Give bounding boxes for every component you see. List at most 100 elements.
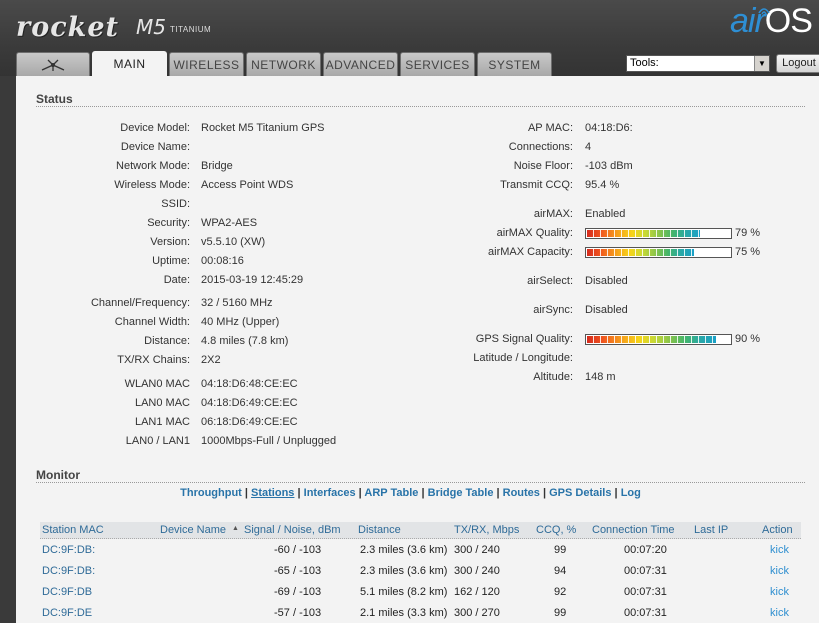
cell-ccq: 99 — [554, 607, 567, 619]
uptime-label: Uptime: — [152, 255, 190, 267]
channel-width-label: Channel Width: — [114, 316, 190, 328]
column-header-ccq[interactable]: CCQ, % — [536, 524, 576, 536]
monitor-link-routes[interactable]: Routes — [503, 487, 540, 499]
tools-dropdown[interactable]: Tools: ▼ — [626, 55, 770, 72]
tab-services[interactable]: SERVICES — [400, 52, 475, 76]
column-header-connection-time[interactable]: Connection Time — [592, 524, 675, 536]
monitor-link-arp-table[interactable]: ARP Table — [364, 487, 418, 499]
dropdown-arrow-icon: ▼ — [754, 56, 769, 71]
cell-signal-noise-dbm: -65 / -103 — [274, 565, 322, 577]
tab-advanced[interactable]: ADVANCED — [323, 52, 398, 76]
airmax-capacity-meter — [585, 247, 732, 258]
column-header-device-name[interactable]: Device Name — [160, 524, 226, 536]
tab-system[interactable]: SYSTEM — [477, 52, 552, 76]
column-header-action[interactable]: Action — [762, 524, 793, 536]
date-value: 2015-03-19 12:45:29 — [201, 274, 304, 286]
monitor-divider — [36, 482, 805, 483]
airmax-quality-label: airMAX Quality: — [496, 227, 573, 239]
airsync-value: Disabled — [585, 304, 628, 316]
titanium-label: TITANIUM — [170, 25, 212, 34]
cell-distance: 5.1 miles (8.2 km) — [360, 586, 448, 598]
tab-wireless[interactable]: WIRELESS — [169, 52, 244, 76]
device-name-label: Device Name: — [120, 141, 190, 153]
wlan0-mac-value: 04:18:D6:48:CE:EC — [201, 378, 298, 390]
network-mode-label: Network Mode: — [116, 160, 190, 172]
version-value: v5.5.10 (XW) — [201, 236, 266, 248]
cell-tx-rx-mbps: 300 / 240 — [454, 565, 500, 577]
altitude-value: 148 m — [585, 371, 616, 383]
status-section-title: Status — [36, 92, 73, 106]
station-table-header: Station MAC Device Name ▲ Signal / Noise, d… — [40, 522, 801, 539]
station-mac-link[interactable]: DC:9F:DE — [42, 607, 92, 619]
device-model-value: Rocket M5 Titanium GPS — [201, 122, 325, 134]
airmax-capacity-value: 75 % — [735, 246, 761, 258]
table-row: DC:9F:DB: -60 / -103 2.3 miles (3.6 km) 300… — [40, 541, 801, 560]
cell-distance: 2.1 miles (3.3 km) — [360, 607, 448, 619]
security-label: Security: — [147, 217, 190, 229]
monitor-link-log[interactable]: Log — [621, 487, 641, 499]
tx-rx-chains-label: TX/RX Chains: — [117, 354, 190, 366]
logout-button[interactable]: Logout — [776, 54, 819, 73]
kick-button[interactable]: kick — [770, 565, 789, 577]
monitor-nav: Throughput | Stations | Interfaces | ARP… — [16, 487, 805, 499]
network-mode-value: Bridge — [201, 160, 233, 172]
ap-mac-label: AP MAC: — [527, 122, 573, 134]
date-label: Date: — [163, 274, 190, 286]
channel-frequency-value: 32 / 5160 MHz — [201, 297, 273, 309]
airmax-quality-meter — [585, 228, 732, 239]
column-header-distance[interactable]: Distance — [358, 524, 401, 536]
airselect-value: Disabled — [585, 275, 628, 287]
airsync-label: airSync: — [533, 304, 573, 316]
transmit-ccq-value: 95.4 % — [585, 179, 620, 191]
kick-button[interactable]: kick — [770, 544, 789, 556]
station-mac-link[interactable]: DC:9F:DB — [42, 586, 92, 598]
distance-value: 4.8 miles (7.8 km) — [201, 335, 289, 347]
monitor-link-throughput[interactable]: Throughput — [180, 487, 242, 499]
gps-signal-quality-meter-ticks — [587, 336, 716, 343]
station-mac-link[interactable]: DC:9F:DB: — [42, 565, 95, 577]
noise-floor-value: -103 dBm — [585, 160, 633, 172]
tx-rx-chains-value: 2X2 — [201, 354, 221, 366]
gps-signal-quality-value: 90 % — [735, 333, 761, 345]
security-value: WPA2-AES — [201, 217, 258, 229]
column-header-station-mac[interactable]: Station MAC — [42, 524, 104, 536]
cell-tx-rx-mbps: 162 / 120 — [454, 586, 500, 598]
monitor-link-gps-details[interactable]: GPS Details — [549, 487, 611, 499]
airmax-value: Enabled — [585, 208, 626, 220]
kick-button[interactable]: kick — [770, 586, 789, 598]
tools-selected-value: Tools: — [630, 57, 659, 69]
column-header-signal-noise-dbm[interactable]: Signal / Noise, dBm — [244, 524, 341, 536]
nav-separator: | — [241, 487, 252, 499]
cell-ccq: 94 — [554, 565, 567, 577]
rocket-logo: rocket — [16, 12, 120, 43]
gps-signal-quality-meter — [585, 334, 732, 345]
airmax-capacity-meter-ticks — [587, 249, 694, 256]
channel-width-value: 40 MHz (Upper) — [201, 316, 280, 328]
model-logo: M5 — [136, 15, 166, 39]
cell-ccq: 92 — [554, 586, 567, 598]
status-divider — [36, 106, 805, 107]
table-row: DC:9F:DB: -65 / -103 2.3 miles (3.6 km) 300… — [40, 562, 801, 581]
column-header-tx-rx-mbps[interactable]: TX/RX, Mbps — [454, 524, 519, 536]
tab-network[interactable]: NETWORK — [246, 52, 321, 76]
tab-main[interactable]: MAIN — [92, 51, 167, 76]
cell-tx-rx-mbps: 300 / 240 — [454, 544, 500, 556]
monitor-link-stations[interactable]: Stations — [251, 487, 294, 499]
column-header-last-ip[interactable]: Last IP — [694, 524, 728, 536]
lan1-mac-value: 06:18:D6:49:CE:EC — [201, 416, 298, 428]
gps-signal-quality-label: GPS Signal Quality: — [475, 333, 573, 345]
airmax-capacity-label: airMAX Capacity: — [488, 246, 573, 258]
cell-distance: 2.3 miles (3.6 km) — [360, 565, 448, 577]
monitor-link-bridge-table[interactable]: Bridge Table — [428, 487, 494, 499]
cell-connection-time: 00:07:20 — [624, 544, 667, 556]
tab-ubnt[interactable] — [16, 52, 90, 76]
cell-connection-time: 00:07:31 — [624, 586, 667, 598]
header-bar: rocket M5 TITANIUM airOS MAIN WIRELESS N… — [0, 0, 819, 76]
sort-ascending-icon[interactable]: ▲ — [232, 525, 239, 532]
kick-button[interactable]: kick — [770, 607, 789, 619]
distance-label: Distance: — [144, 335, 190, 347]
cell-signal-noise-dbm: -60 / -103 — [274, 544, 322, 556]
station-mac-link[interactable]: DC:9F:DB: — [42, 544, 95, 556]
connections-label: Connections: — [508, 141, 573, 153]
monitor-link-interfaces[interactable]: Interfaces — [304, 487, 356, 499]
